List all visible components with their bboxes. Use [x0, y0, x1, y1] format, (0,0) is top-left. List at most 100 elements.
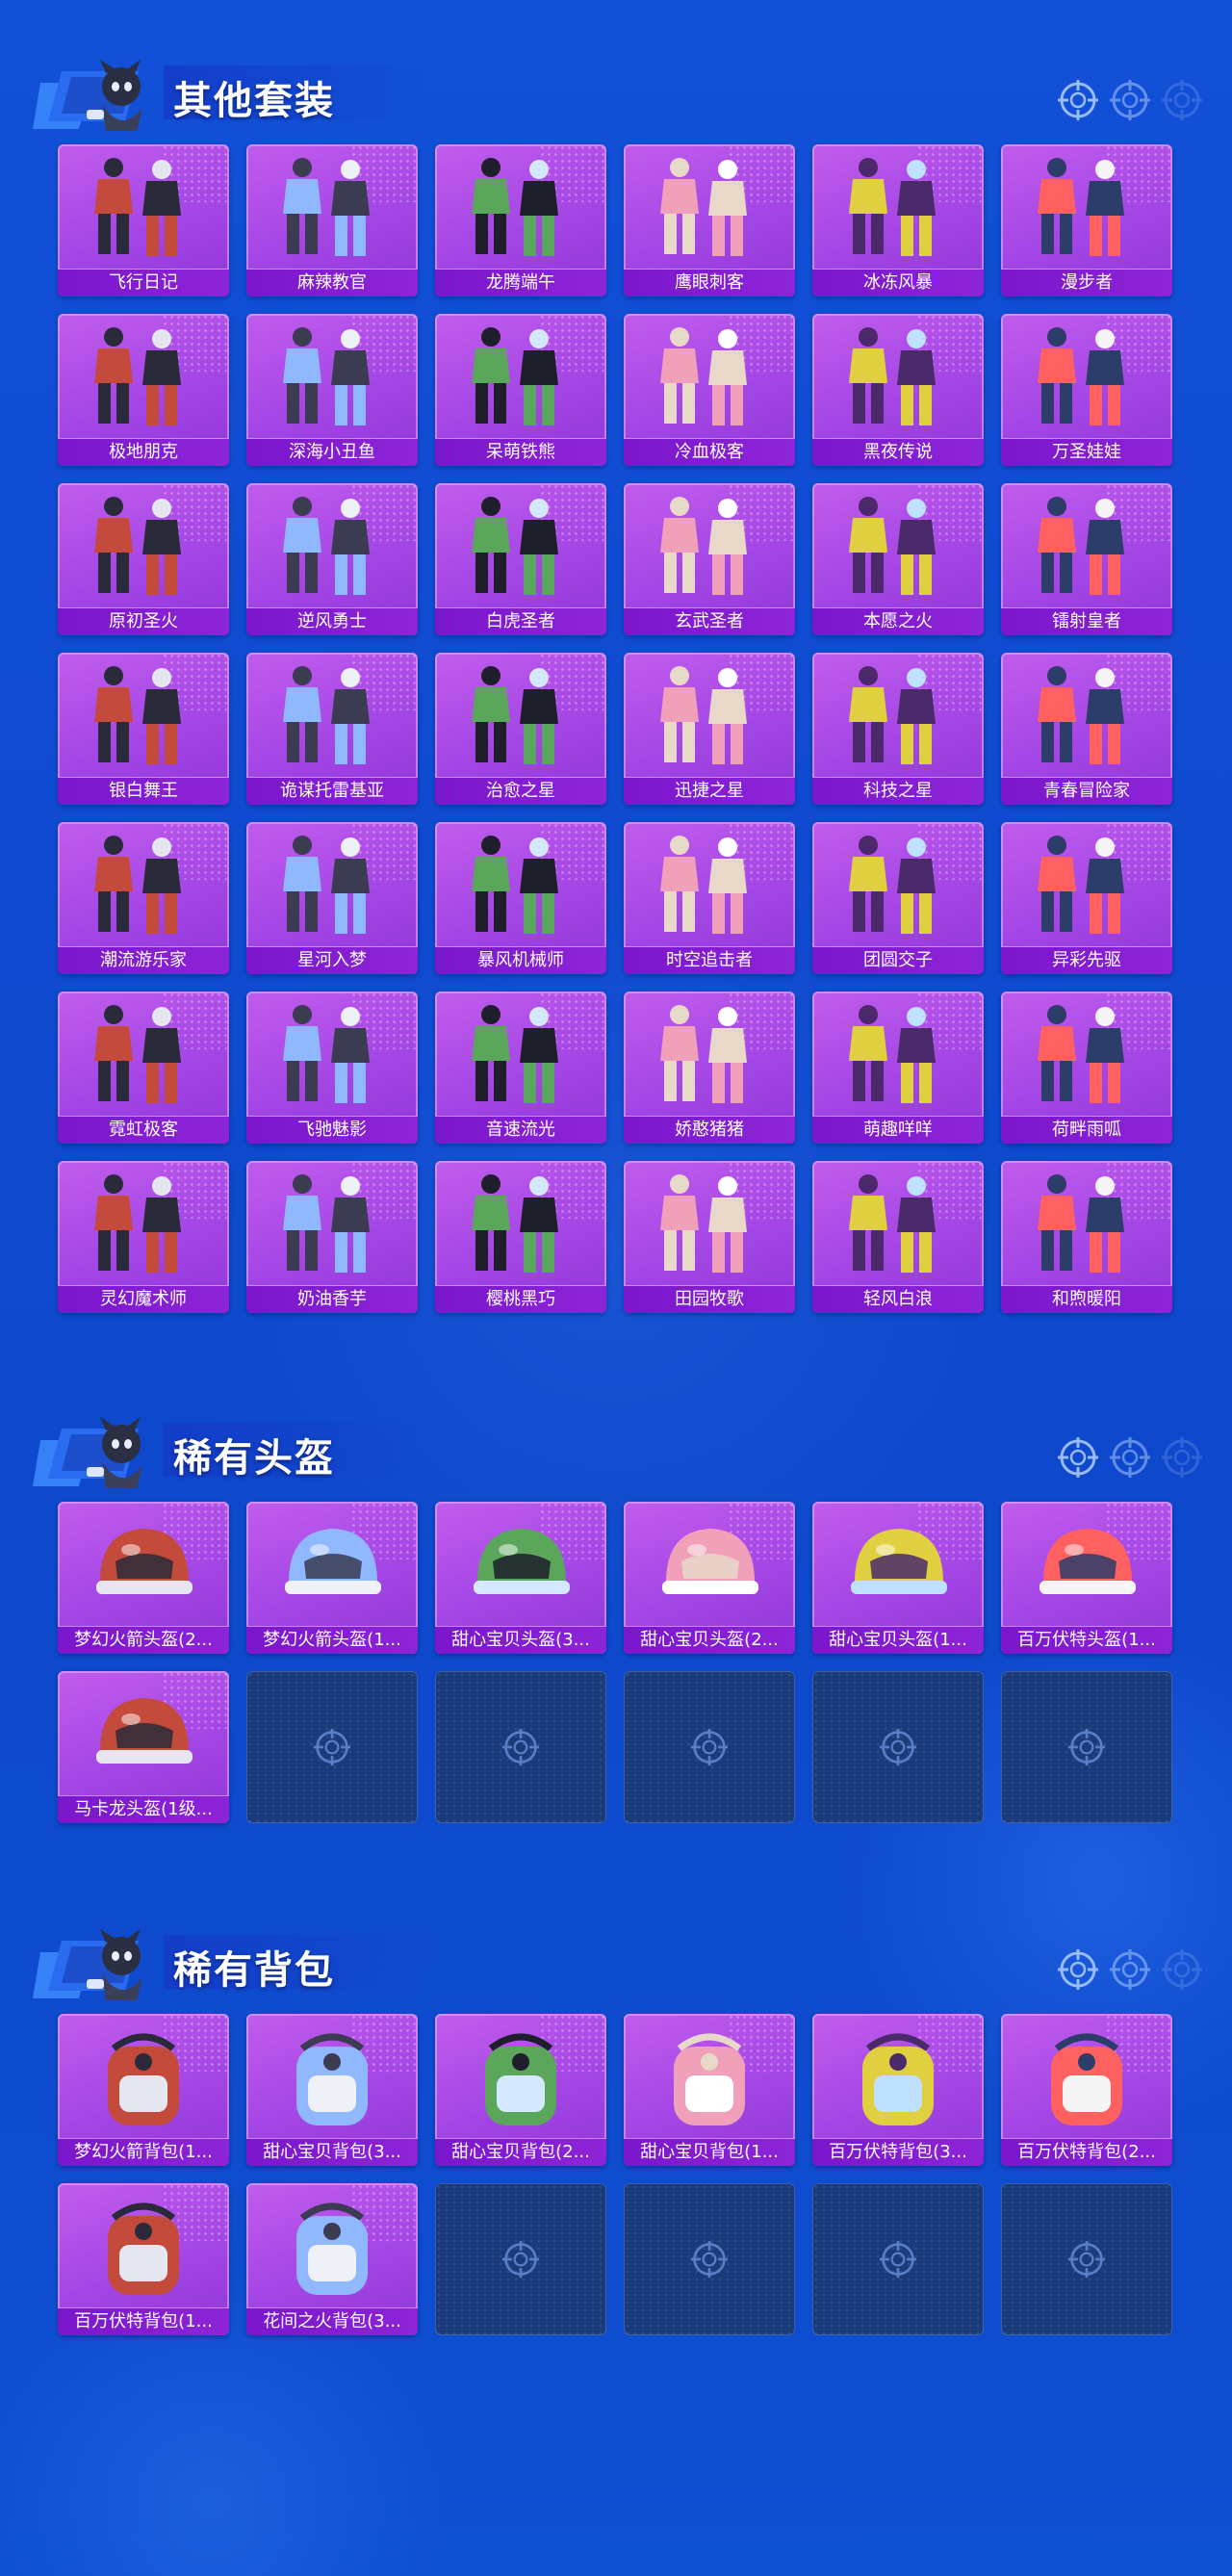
item-card[interactable]: 原初圣火 — [58, 483, 229, 635]
item-card[interactable]: 甜心宝贝背包(2... — [435, 2014, 606, 2166]
item-card[interactable]: 轻风白浪 — [812, 1161, 984, 1313]
item-card[interactable]: 音速流光 — [435, 992, 606, 1144]
empty-slot — [812, 1671, 984, 1823]
item-card[interactable]: 冰冻风暴 — [812, 144, 984, 296]
item-label: 本愿之火 — [812, 607, 984, 635]
outfit-image — [1001, 658, 1172, 774]
item-card[interactable]: 漫步者 — [1001, 144, 1172, 296]
outfit-image — [58, 320, 229, 435]
outfit-image — [58, 1167, 229, 1282]
outfit-image — [1001, 828, 1172, 943]
item-card[interactable]: 甜心宝贝背包(3... — [246, 2014, 418, 2166]
item-card[interactable]: 百万伏特背包(1... — [58, 2183, 229, 2335]
item-card[interactable]: 白虎圣者 — [435, 483, 606, 635]
item-card[interactable]: 极地朋克 — [58, 314, 229, 466]
item-card[interactable]: 飞行日记 — [58, 144, 229, 296]
outfit-image — [1001, 150, 1172, 266]
item-card[interactable]: 团圆交子 — [812, 822, 984, 974]
item-card[interactable]: 樱桃黑巧 — [435, 1161, 606, 1313]
section-header: 其他套装 — [29, 48, 1222, 144]
item-card[interactable]: 马卡龙头盔(1级... — [58, 1671, 229, 1823]
outfit-image — [246, 997, 418, 1113]
outfit-image — [435, 489, 606, 605]
backpack-image — [246, 2020, 418, 2135]
item-card[interactable]: 逆风勇士 — [246, 483, 418, 635]
outfit-image — [435, 1167, 606, 1282]
item-card[interactable]: 呆萌铁熊 — [435, 314, 606, 466]
outfit-image — [812, 828, 984, 943]
crosshair-icon — [1109, 1436, 1151, 1482]
outfit-image — [1001, 1167, 1172, 1282]
outfit-image — [1001, 997, 1172, 1113]
item-card[interactable]: 梦幻火箭头盔(2... — [58, 1502, 229, 1654]
helmet-image — [58, 1507, 229, 1623]
item-card[interactable]: 暴风机械师 — [435, 822, 606, 974]
item-label: 百万伏特背包(3... — [812, 2138, 984, 2166]
item-card[interactable]: 梦幻火箭背包(1... — [58, 2014, 229, 2166]
item-card[interactable]: 鹰眼刺客 — [624, 144, 795, 296]
outfit-image — [58, 828, 229, 943]
crosshair-icon — [1067, 1728, 1106, 1766]
crosshair-icon — [1109, 1948, 1151, 1995]
item-card[interactable]: 田园牧歌 — [624, 1161, 795, 1313]
item-card[interactable]: 娇憨猪猪 — [624, 992, 795, 1144]
item-card[interactable]: 银白舞王 — [58, 653, 229, 805]
item-card[interactable]: 镭射皇者 — [1001, 483, 1172, 635]
item-card[interactable]: 奶油香芋 — [246, 1161, 418, 1313]
item-card[interactable]: 梦幻火箭头盔(1... — [246, 1502, 418, 1654]
outfit-image — [58, 658, 229, 774]
item-card[interactable]: 诡谋托雷基亚 — [246, 653, 418, 805]
item-card[interactable]: 深海小丑鱼 — [246, 314, 418, 466]
item-card[interactable]: 霓虹极客 — [58, 992, 229, 1144]
item-label: 时空追击者 — [624, 946, 795, 974]
item-card[interactable]: 百万伏特背包(2... — [1001, 2014, 1172, 2166]
item-card[interactable]: 麻辣教官 — [246, 144, 418, 296]
item-card[interactable]: 龙腾端午 — [435, 144, 606, 296]
item-card[interactable]: 时空追击者 — [624, 822, 795, 974]
backpack-image — [246, 2189, 418, 2305]
item-label: 梦幻火箭头盔(1... — [246, 1626, 418, 1654]
item-card[interactable]: 萌趣咩咩 — [812, 992, 984, 1144]
item-label: 诡谋托雷基亚 — [246, 777, 418, 805]
empty-slot — [1001, 1671, 1172, 1823]
item-card[interactable]: 治愈之星 — [435, 653, 606, 805]
outfit-image — [624, 1167, 795, 1282]
outfit-image — [435, 828, 606, 943]
backpack-image — [624, 2020, 795, 2135]
item-card[interactable]: 和煦暖阳 — [1001, 1161, 1172, 1313]
item-card[interactable]: 本愿之火 — [812, 483, 984, 635]
item-card[interactable]: 星河入梦 — [246, 822, 418, 974]
item-card[interactable]: 异彩先驱 — [1001, 822, 1172, 974]
item-label: 玄武圣者 — [624, 607, 795, 635]
item-card[interactable]: 百万伏特头盔(1... — [1001, 1502, 1172, 1654]
item-card[interactable]: 玄武圣者 — [624, 483, 795, 635]
outfit-image — [812, 489, 984, 605]
outfit-image — [812, 658, 984, 774]
item-card[interactable]: 飞驰魅影 — [246, 992, 418, 1144]
item-label: 甜心宝贝头盔(1... — [812, 1626, 984, 1654]
item-card[interactable]: 灵幻魔术师 — [58, 1161, 229, 1313]
crosshair-icon — [501, 1728, 540, 1766]
item-card[interactable]: 黑夜传说 — [812, 314, 984, 466]
item-card[interactable]: 科技之星 — [812, 653, 984, 805]
item-card[interactable]: 百万伏特背包(3... — [812, 2014, 984, 2166]
crosshair-icon — [1057, 1948, 1099, 1995]
outfit-image — [246, 828, 418, 943]
header-decor-icons — [1047, 1436, 1203, 1479]
item-card[interactable]: 青春冒险家 — [1001, 653, 1172, 805]
backpack-image — [58, 2189, 229, 2305]
item-card[interactable]: 甜心宝贝头盔(2... — [624, 1502, 795, 1654]
item-card[interactable]: 甜心宝贝背包(1... — [624, 2014, 795, 2166]
item-card[interactable]: 甜心宝贝头盔(1... — [812, 1502, 984, 1654]
item-card[interactable]: 迅捷之星 — [624, 653, 795, 805]
item-card[interactable]: 荷畔雨呱 — [1001, 992, 1172, 1144]
item-card[interactable]: 冷血极客 — [624, 314, 795, 466]
item-card[interactable]: 甜心宝贝头盔(3... — [435, 1502, 606, 1654]
item-card[interactable]: 花间之火背包(3... — [246, 2183, 418, 2335]
item-label: 逆风勇士 — [246, 607, 418, 635]
item-card[interactable]: 万圣娃娃 — [1001, 314, 1172, 466]
item-card[interactable]: 潮流游乐家 — [58, 822, 229, 974]
item-label: 荷畔雨呱 — [1001, 1116, 1172, 1144]
crosshair-icon — [1057, 79, 1099, 125]
header-decor-icons — [1047, 1948, 1203, 1991]
